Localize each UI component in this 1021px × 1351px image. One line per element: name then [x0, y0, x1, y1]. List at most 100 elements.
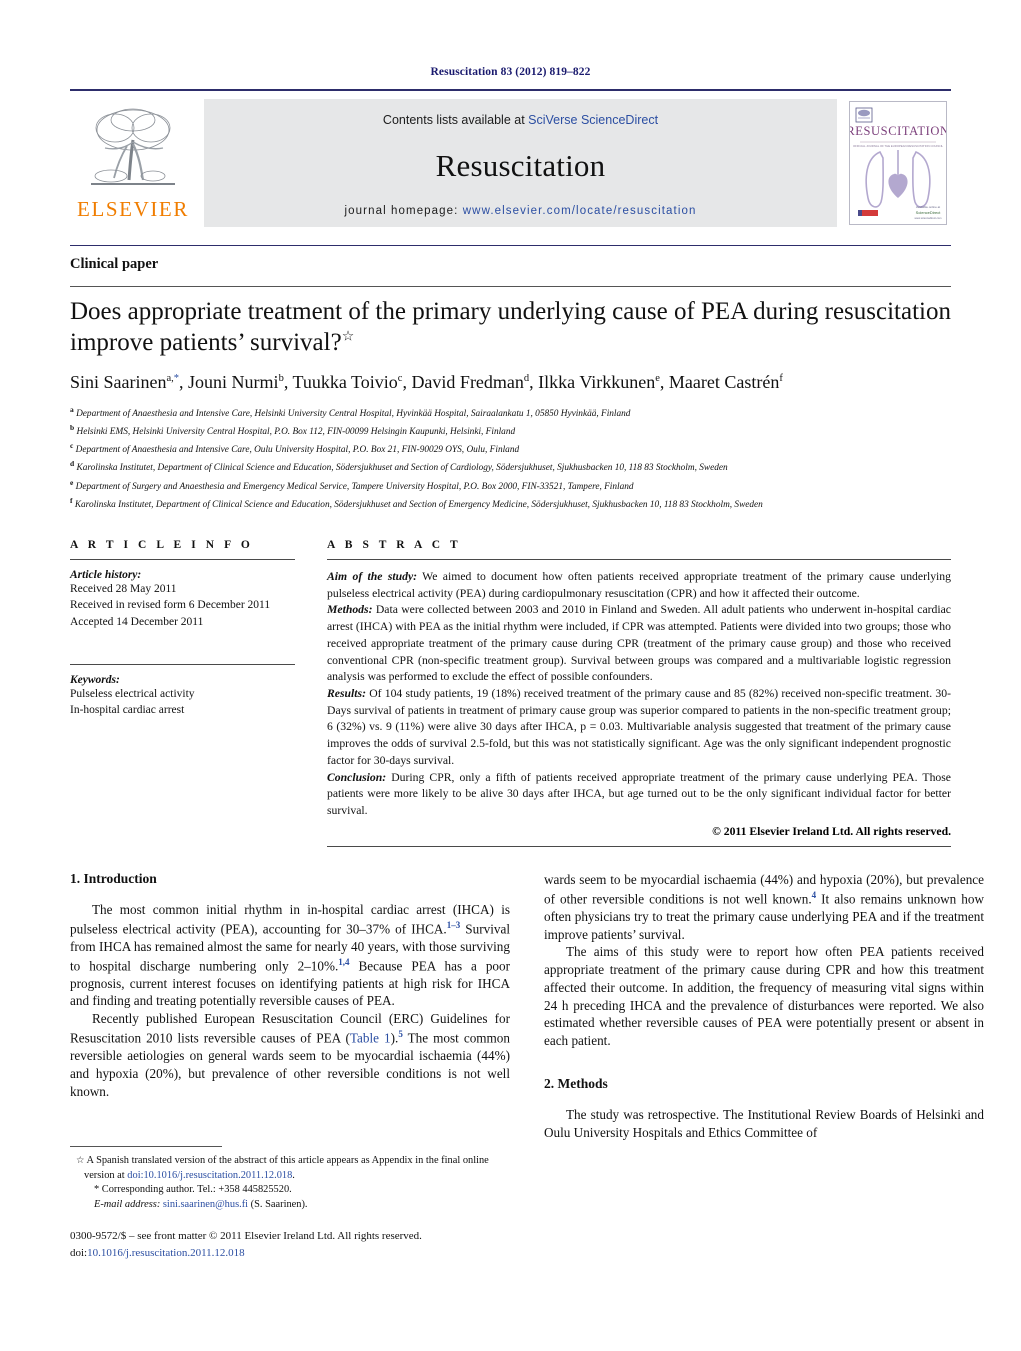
history-item: Accepted 14 December 2011 — [70, 615, 204, 628]
keyword-item: Pulseless electrical activity — [70, 687, 195, 700]
footnote-block: ☆ A Spanish translated version of the ab… — [70, 1146, 510, 1212]
intro-paragraph-3: The aims of this study were to report ho… — [544, 944, 984, 1048]
article-title-text: Does appropriate treatment of the primar… — [70, 298, 951, 356]
methods-paragraph-1: The study was retrospective. The Institu… — [544, 1106, 984, 1140]
intro-paragraph-2: Recently published European Resuscitatio… — [70, 1010, 510, 1100]
email-tail: (S. Saarinen). — [248, 1198, 308, 1210]
citation-ref[interactable]: 1–3 — [447, 920, 461, 930]
citation-ref[interactable]: 1,4 — [338, 957, 349, 967]
abstract-results-label: Results: — [327, 686, 366, 700]
article-info-heading: A R T I C L E I N F O — [70, 538, 254, 551]
sciencedirect-link[interactable]: SciVerse ScienceDirect — [528, 113, 658, 127]
journal-homepage-line: journal homepage: www.elsevier.com/locat… — [345, 205, 697, 217]
abstract-aim-text: We aimed to document how often patients … — [327, 569, 951, 600]
abstract-bottom-rule — [327, 845, 951, 847]
keywords-rule — [70, 663, 295, 665]
author-affil-mark: a,* — [166, 373, 180, 384]
section-heading-introduction: 1. Introduction — [70, 870, 157, 886]
intro-paragraph-2-cont: The most common reversible aetiologies o… — [544, 871, 984, 943]
intro-p1-a: The most common initial rhythm in in-hos… — [70, 901, 510, 936]
footnote-rule — [70, 1146, 222, 1147]
section-heading-methods: 2. Methods — [544, 1075, 608, 1091]
affiliation-text: Department of Anaesthesia and Intensive … — [76, 409, 631, 420]
abstract-results-text: Of 104 study patients, 19 (18%) received… — [327, 686, 951, 767]
affiliation-item: f Karolinska Institutet, Department of C… — [70, 495, 951, 513]
affiliation-mark: f — [70, 495, 73, 505]
affiliation-mark: c — [70, 441, 74, 451]
affiliation-item: d Karolinska Institutet, Department of C… — [70, 458, 951, 476]
affiliation-mark: b — [70, 423, 75, 433]
article-type-kicker: Clinical paper — [70, 256, 159, 272]
author-affil-mark: d — [523, 373, 530, 384]
body-column-left: 1. Introduction The most common initial … — [70, 871, 510, 1141]
intro-paragraph-1: The most common initial rhythm in in-hos… — [70, 901, 510, 1010]
abstract-copyright: © 2011 Elsevier Ireland Ltd. All rights … — [712, 824, 951, 838]
footnote-doi-link[interactable]: doi:10.1016/j.resuscitation.2011.12.018 — [127, 1170, 292, 1181]
article-title: Does appropriate treatment of the primar… — [70, 297, 951, 358]
affiliation-item: a Department of Anaesthesia and Intensiv… — [70, 404, 951, 422]
affiliation-text: Department of Anaesthesia and Intensive … — [75, 445, 520, 456]
title-footnote-star-icon[interactable]: ☆ — [342, 329, 355, 344]
imprint-issn-line: 0300-9572/$ – see front matter © 2011 El… — [70, 1230, 422, 1242]
footnote-spanish-appendix: ☆ A Spanish translated version of the ab… — [70, 1154, 510, 1183]
info-abstract-block: A R T I C L E I N F O Article history: R… — [70, 539, 951, 847]
article-info-rule — [70, 558, 295, 560]
journal-cover-thumbnail: RESUSCITATION OFFICIAL JOURNAL OF THE EU… — [845, 99, 951, 227]
svg-text:RESUSCITATION: RESUSCITATION — [850, 124, 946, 138]
affiliation-mark: e — [70, 477, 74, 487]
affiliation-item: e Department of Surgery and Anaesthesia … — [70, 477, 951, 495]
doi-prefix: doi: — [70, 1246, 88, 1259]
affiliation-text: Karolinska Institutet, Department of Cli… — [76, 463, 728, 474]
running-head: Resuscitation 83 (2012) 819–822 — [430, 66, 591, 78]
abstract-methods-text: Data were collected between 2003 and 201… — [327, 603, 951, 684]
journal-homepage-link[interactable]: www.elsevier.com/locate/resuscitation — [463, 205, 697, 217]
abstract-methods-label: Methods: — [327, 603, 373, 617]
footnote-email: E-mail address: sini.saarinen@hus.fi (S.… — [70, 1198, 510, 1213]
corresponding-text: Corresponding author. Tel.: +358 4458255… — [99, 1184, 292, 1196]
history-item: Received 28 May 2011 — [70, 582, 177, 595]
journal-title: Resuscitation — [435, 148, 606, 183]
author-affil-mark: f — [779, 373, 783, 384]
affiliation-list: a Department of Anaesthesia and Intensiv… — [70, 404, 951, 513]
svg-text:OFFICIAL JOURNAL OF THE EUROPE: OFFICIAL JOURNAL OF THE EUROPEAN RESUSCI… — [853, 144, 944, 148]
keyword-item: In-hospital cardiac arrest — [70, 704, 185, 717]
affiliation-text: Department of Surgery and Anaesthesia an… — [75, 481, 634, 492]
journal-masthead: ELSEVIER Contents lists available at Sci… — [70, 89, 951, 227]
body-column-right: The most common reversible aetiologies o… — [544, 871, 984, 1141]
author-affil-mark: b — [278, 373, 284, 384]
svg-text:ScienceDirect: ScienceDirect — [916, 210, 942, 215]
abstract-rule — [327, 558, 951, 560]
affiliation-mark: a — [70, 405, 74, 414]
abstract-aim-label: Aim of the study: — [327, 569, 418, 583]
affiliation-item: b Helsinki EMS, Helsinki University Cent… — [70, 422, 951, 440]
article-history-label: Article history: — [70, 568, 142, 581]
table-1-link[interactable]: Table 1 — [350, 1030, 391, 1045]
elsevier-logo: ELSEVIER — [70, 99, 196, 227]
elsevier-wordmark: ELSEVIER — [77, 197, 189, 221]
email-link[interactable]: sini.saarinen@hus.fi — [163, 1199, 248, 1210]
affiliation-item: c Department of Anaesthesia and Intensiv… — [70, 440, 951, 458]
imprint-doi-link[interactable]: 10.1016/j.resuscitation.2011.12.018 — [87, 1247, 245, 1259]
affiliation-mark: d — [70, 459, 75, 469]
author-affil-mark: c — [397, 373, 403, 384]
article-header: Clinical paper Does appropriate treatmen… — [70, 227, 951, 513]
abstract-heading: A B S T R A C T — [327, 538, 462, 551]
article-info-column: A R T I C L E I N F O Article history: R… — [70, 539, 317, 847]
imprint-block: 0300-9572/$ – see front matter © 2011 El… — [70, 1228, 550, 1261]
author-affil-mark: e — [655, 373, 660, 384]
keywords-label: Keywords: — [70, 673, 120, 686]
abstract-results: Results: Of 104 study patients, 19 (18%)… — [327, 686, 951, 770]
journal-cover-art-icon: RESUSCITATION OFFICIAL JOURNAL OF THE EU… — [850, 102, 946, 224]
email-label: E-mail address: — [94, 1198, 161, 1210]
elsevier-tree-icon — [91, 108, 175, 185]
header-divider-top — [70, 245, 951, 246]
history-item: Received in revised form 6 December 2011 — [70, 599, 271, 612]
article-page: Resuscitation 83 (2012) 819–822 ELSEVIER… — [0, 0, 1021, 1351]
affiliation-text: Helsinki EMS, Helsinki University Centra… — [76, 427, 516, 438]
contents-prefix: Contents lists available at — [382, 113, 529, 127]
footnote-doi-tail: . — [292, 1169, 295, 1181]
abstract-body: Aim of the study: We aimed to document h… — [327, 569, 951, 820]
contents-available-line: Contents lists available at SciVerse Sci… — [383, 113, 658, 127]
imprint-doi-line: doi:10.1016/j.resuscitation.2011.12.018 — [70, 1245, 550, 1262]
